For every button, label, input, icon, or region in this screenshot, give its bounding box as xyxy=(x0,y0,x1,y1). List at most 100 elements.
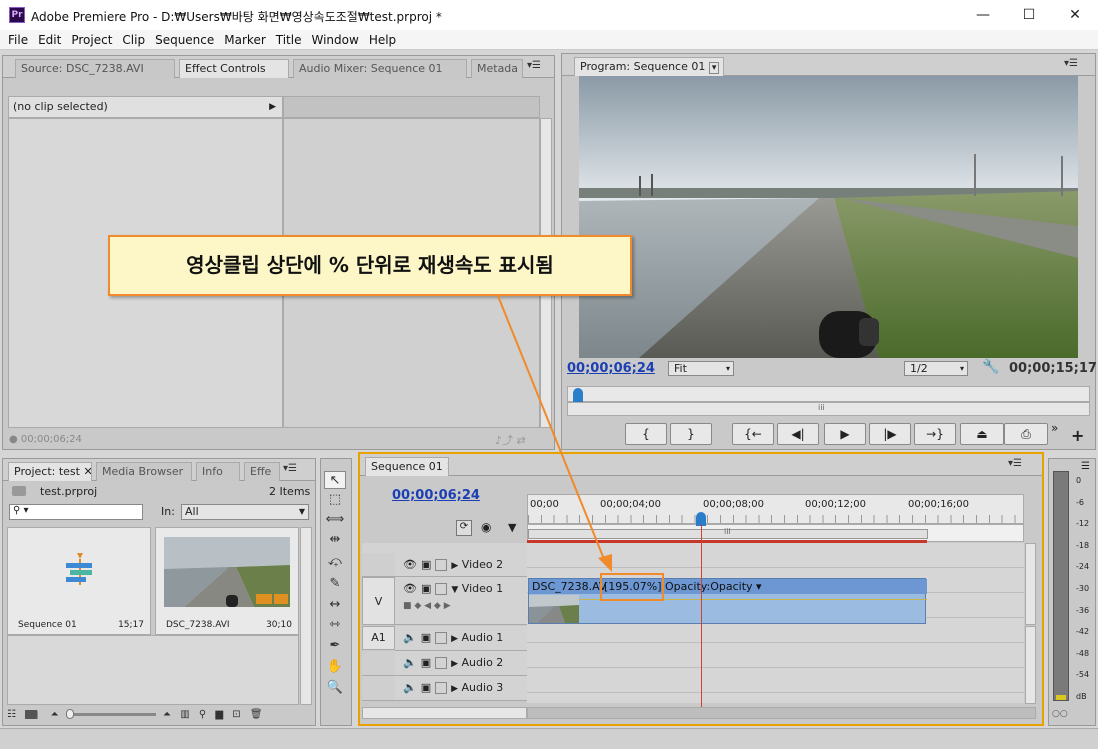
menu-marker[interactable]: Marker xyxy=(219,30,270,50)
timeline-hscroll[interactable] xyxy=(527,707,1036,719)
project-item-clip[interactable]: DSC_7238.AVI 30;10 xyxy=(155,527,299,635)
find-icon[interactable]: ⚲ xyxy=(199,709,206,720)
tab-effect-controls[interactable]: Effect Controls xyxy=(179,59,289,78)
panel-menu-icon[interactable]: ▾☰ xyxy=(1064,58,1078,69)
menu-window[interactable]: Window xyxy=(306,30,363,50)
zoom-tool-icon[interactable]: 🔍 xyxy=(324,679,346,697)
film-icon[interactable]: ▣ xyxy=(421,558,431,571)
slip-tool-icon[interactable]: ↔ xyxy=(324,596,346,614)
sequence-current-timecode[interactable]: 00;00;06;24 xyxy=(392,488,480,503)
project-scrollbar[interactable] xyxy=(300,527,312,705)
audio-tracks-scrollbar[interactable] xyxy=(1025,626,1036,704)
resolution-dropdown[interactable]: 1/2 ▾ xyxy=(904,361,968,376)
meter-solo-icons[interactable]: ○○ xyxy=(1052,709,1068,719)
tab-project[interactable]: Project: test ✕ xyxy=(8,462,92,481)
timeline-ruler[interactable]: 00;00 00;00;04;00 00;00;08;00 00;00;12;0… xyxy=(527,494,1025,524)
eye-icon[interactable]: 👁 xyxy=(403,558,417,571)
video-tracks-scrollbar[interactable] xyxy=(1025,543,1036,625)
lock-box-icon[interactable] xyxy=(435,559,448,571)
lock-box-icon[interactable] xyxy=(435,632,448,644)
mark-out-button[interactable]: } xyxy=(670,423,712,445)
new-bin-icon[interactable]: ▆ xyxy=(215,709,223,720)
film-icon[interactable]: ▣ xyxy=(421,631,431,644)
in-filter-dropdown[interactable]: All ▼ xyxy=(181,504,309,520)
program-current-timecode[interactable]: 00;00;06;24 xyxy=(567,361,655,376)
tab-source[interactable]: Source: DSC_7238.AVI xyxy=(15,59,175,78)
tab-media-browser[interactable]: Media Browser xyxy=(96,462,192,481)
collapse-arrow-icon[interactable]: ▶ xyxy=(451,659,458,669)
zoom-slider[interactable] xyxy=(65,708,156,719)
expand-arrow-icon[interactable]: ▶ xyxy=(269,97,276,117)
lock-box-icon[interactable] xyxy=(435,657,448,669)
go-to-out-button[interactable]: →} xyxy=(914,423,956,445)
menu-title[interactable]: Title xyxy=(271,30,307,50)
film-icon[interactable]: ▣ xyxy=(421,681,431,694)
tab-sequence[interactable]: Sequence 01 ✕ xyxy=(365,457,449,476)
tab-effects[interactable]: Effe xyxy=(244,462,280,481)
add-button-icon[interactable]: + xyxy=(1071,426,1084,445)
collapse-arrow-icon[interactable]: ▶ xyxy=(451,561,458,571)
speaker-icon[interactable]: 🔈 xyxy=(403,631,417,644)
zoom-fit-dropdown[interactable]: Fit ▾ xyxy=(668,361,734,376)
pen-tool-icon[interactable]: ✒ xyxy=(324,637,346,655)
rolling-edit-tool-icon[interactable]: ⇹ xyxy=(324,531,346,549)
project-item-sequence[interactable]: Sequence 01 15;17 xyxy=(7,527,151,635)
set-marker-icon[interactable]: ◉ xyxy=(481,520,491,534)
go-to-in-button[interactable]: {← xyxy=(732,423,774,445)
rate-stretch-tool-icon[interactable]: ⤽ xyxy=(324,553,346,571)
new-item-icon[interactable]: ⊡ xyxy=(232,709,240,720)
tab-audio-mixer[interactable]: Audio Mixer: Sequence 01 xyxy=(293,59,467,78)
film-icon[interactable]: ▣ xyxy=(421,656,431,669)
more-controls-icon[interactable]: » xyxy=(1051,421,1058,435)
eye-icon[interactable]: 👁 xyxy=(403,582,417,595)
opacity-menu[interactable]: Opacity:Opacity ▾ xyxy=(665,580,762,593)
menu-sequence[interactable]: Sequence xyxy=(150,30,219,50)
wrench-icon[interactable]: 🔧 xyxy=(982,359,999,375)
track-header-hscroll[interactable] xyxy=(362,707,527,719)
icon-view-icon[interactable]: ▇▇ xyxy=(25,710,38,719)
audio-output-icons[interactable]: ♪⤴ ⇄ xyxy=(495,432,526,448)
selection-tool-icon[interactable]: ↖ xyxy=(324,471,346,489)
lock-box-icon[interactable] xyxy=(435,682,448,694)
panel-menu-icon[interactable]: ▾☰ xyxy=(283,463,297,474)
tab-info[interactable]: Info xyxy=(196,462,240,481)
step-back-button[interactable]: ◀| xyxy=(777,423,819,445)
panel-menu-icon[interactable]: ☰ xyxy=(1081,461,1090,472)
collapse-arrow-icon[interactable]: ▶ xyxy=(451,634,458,644)
panel-menu-icon[interactable]: ▾☰ xyxy=(527,60,541,71)
snap-icon[interactable]: ⟳ xyxy=(456,520,472,536)
automate-icon[interactable]: ▥ xyxy=(180,709,189,720)
maximize-button[interactable]: ☐ xyxy=(1006,0,1052,30)
hand-tool-icon[interactable]: ✋ xyxy=(324,658,346,676)
slide-tool-icon[interactable]: ⇿ xyxy=(324,616,346,634)
track-source-a1[interactable]: A1 xyxy=(362,626,395,650)
list-view-icon[interactable]: ☷ xyxy=(7,709,16,720)
lock-box-icon[interactable] xyxy=(435,583,448,595)
play-button[interactable]: ▶ xyxy=(824,423,866,445)
program-time-ruler[interactable] xyxy=(567,386,1090,402)
track-source-v[interactable]: V xyxy=(362,577,395,625)
menu-help[interactable]: Help xyxy=(364,30,401,50)
menu-edit[interactable]: Edit xyxy=(33,30,66,50)
program-playhead[interactable] xyxy=(573,388,584,402)
zoom-small-icon[interactable]: ⏶ xyxy=(51,709,59,720)
trash-icon[interactable]: 🗑 xyxy=(250,709,263,720)
close-button[interactable]: ✕ xyxy=(1052,0,1098,30)
keyframe-controls[interactable]: ■ ◆ ◀ ◆ ▶ xyxy=(403,601,528,611)
razor-tool-icon[interactable]: ✎ xyxy=(324,575,346,593)
expand-arrow-icon[interactable]: ▼ xyxy=(451,585,458,595)
zoom-large-icon[interactable]: ⏶ xyxy=(163,709,171,720)
add-marker-icon[interactable]: ▼ xyxy=(508,521,516,534)
menu-clip[interactable]: Clip xyxy=(117,30,150,50)
minimize-button[interactable]: — xyxy=(960,0,1006,30)
opacity-line[interactable] xyxy=(529,599,927,600)
program-zoom-scrollbar[interactable]: iii xyxy=(567,402,1090,416)
tab-program[interactable]: Program: Sequence 01 ▾ ✕ xyxy=(574,57,724,76)
lift-button[interactable]: ⏏ xyxy=(960,423,1004,445)
menu-project[interactable]: Project xyxy=(66,30,117,50)
step-forward-button[interactable]: |▶ xyxy=(869,423,911,445)
speaker-icon[interactable]: 🔈 xyxy=(403,656,417,669)
project-search-input[interactable]: ⚲ ▾ xyxy=(9,504,143,520)
mark-in-button[interactable]: { xyxy=(625,423,667,445)
speaker-icon[interactable]: 🔈 xyxy=(403,681,417,694)
